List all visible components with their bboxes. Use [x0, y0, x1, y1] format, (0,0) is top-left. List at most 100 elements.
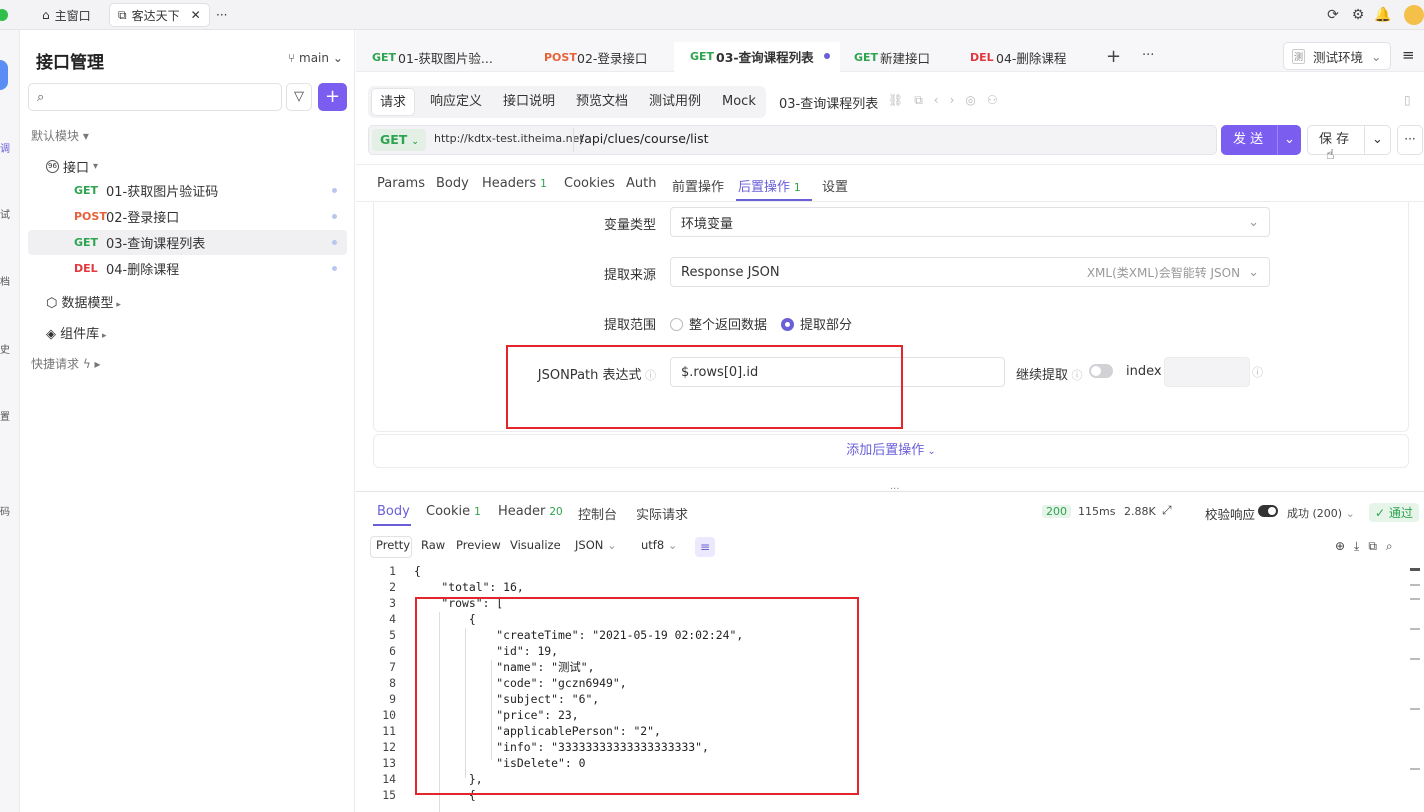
- window-tab-project[interactable]: ⧉ 客达天下 ✕: [109, 3, 210, 27]
- resp-tab-console[interactable]: 控制台: [578, 504, 617, 523]
- window-tab-main[interactable]: ⌂ 主窗口: [34, 3, 99, 27]
- resp-tab-header[interactable]: Header 20: [498, 504, 563, 519]
- resp-tab-body[interactable]: Body: [377, 504, 410, 519]
- status-dot: [332, 188, 337, 193]
- sidebar-title: 接口管理: [36, 53, 104, 73]
- var-type-select[interactable]: 环境变量 ⌄: [670, 207, 1270, 237]
- bell-icon[interactable]: 🔔: [1374, 6, 1392, 24]
- scope-option-whole[interactable]: 整个返回数据: [670, 314, 767, 333]
- source-select[interactable]: Response JSON XML(类XML)会智能转 JSON ⌄: [670, 257, 1270, 287]
- scope-option-partial[interactable]: 提取部分: [781, 314, 852, 333]
- tree-item-delete-course[interactable]: DEL 04-删除课程: [28, 256, 347, 281]
- line-text: "total": 16,: [414, 580, 524, 594]
- environment-selector[interactable]: 测 测试环境 ⌄: [1283, 42, 1391, 70]
- wrap-icon[interactable]: ≡: [695, 537, 715, 557]
- help-icon[interactable]: ⓘ: [1068, 369, 1083, 382]
- tab-more-icon[interactable]: ···: [1142, 48, 1154, 63]
- tree-item-captcha[interactable]: GET 01-获取图片验证码: [28, 178, 347, 203]
- check-icon: ✓: [1375, 506, 1389, 520]
- api-action-icons[interactable]: ⛓⧉‹›◎⚇: [888, 93, 1009, 108]
- more-actions-button[interactable]: ···: [1397, 125, 1423, 155]
- tab-response-def[interactable]: 响应定义: [422, 88, 490, 116]
- format-pretty[interactable]: Pretty: [376, 538, 410, 552]
- line-number: 10: [382, 708, 396, 722]
- add-button[interactable]: +: [318, 83, 347, 111]
- chevron-down-icon[interactable]: ⌄: [1364, 126, 1390, 154]
- search-box[interactable]: ⌕: [28, 83, 282, 111]
- tree-group-api[interactable]: 96 接口 ▾: [46, 157, 98, 176]
- request-tab-login[interactable]: POST 02-登录接口: [528, 42, 676, 72]
- tree-item-course-list[interactable]: GET 03-查询课程列表: [28, 230, 347, 255]
- request-tab-new[interactable]: GET 新建接口: [838, 42, 956, 72]
- chevron-down-icon[interactable]: ⌄: [1277, 125, 1301, 155]
- chevron-down-icon: ⌄: [329, 51, 343, 65]
- tab-preview-doc[interactable]: 预览文档: [568, 88, 636, 116]
- gear-icon[interactable]: ⚙: [1349, 6, 1367, 24]
- method-badge: DEL: [970, 50, 994, 64]
- tab-api-doc[interactable]: 接口说明: [495, 88, 563, 116]
- tree-label: 数据模型: [61, 296, 114, 311]
- encoding-select[interactable]: utf8 ⌄: [641, 538, 677, 552]
- scrollbar[interactable]: [1408, 568, 1420, 812]
- tab-pre-ops[interactable]: 前置操作: [672, 176, 724, 195]
- status-dot: [332, 214, 337, 219]
- lang-select[interactable]: JSON ⌄: [575, 538, 617, 552]
- tab-headers[interactable]: Headers 1: [482, 176, 547, 191]
- avatar[interactable]: [1404, 5, 1424, 25]
- save-button[interactable]: 保 存 ⌄: [1307, 125, 1391, 155]
- format-raw[interactable]: Raw: [421, 538, 445, 552]
- rail-item[interactable]: 调: [0, 140, 10, 155]
- tree-components[interactable]: ◈ 组件库 ▸: [46, 323, 107, 342]
- count-badge: 20: [549, 506, 563, 518]
- format-visualize[interactable]: Visualize: [510, 538, 561, 552]
- save-label: 保 存: [1319, 132, 1350, 147]
- rail-item[interactable]: 史: [0, 341, 10, 356]
- tab-auth[interactable]: Auth: [626, 176, 656, 191]
- tab-body[interactable]: Body: [436, 176, 469, 191]
- tree-item-login[interactable]: POST 02-登录接口: [28, 204, 347, 229]
- filter-button[interactable]: ▽: [286, 83, 312, 111]
- resp-tab-actual-request[interactable]: 实际请求: [636, 504, 688, 523]
- tab-settings[interactable]: 设置: [822, 176, 848, 195]
- refresh-icon[interactable]: ⟳: [1324, 6, 1342, 24]
- menu-icon[interactable]: ≡: [1402, 46, 1415, 64]
- new-tab-plus-icon[interactable]: +: [1106, 46, 1121, 67]
- tab-request[interactable]: 请求: [371, 88, 416, 116]
- tab-params[interactable]: Params: [377, 176, 425, 191]
- request-tab-delete[interactable]: DEL 04-删除课程: [954, 42, 1096, 72]
- request-tab-captcha[interactable]: GET 01-获取图片验...: [356, 42, 532, 72]
- tab-test-cases[interactable]: 测试用例: [641, 88, 709, 116]
- response-action-icons[interactable]: ⊕⤓⧉⌕: [1335, 539, 1402, 554]
- drag-handle-icon[interactable]: ···: [890, 484, 900, 495]
- continue-extract-toggle[interactable]: [1089, 364, 1113, 378]
- add-post-op-button[interactable]: 添加后置操作 ⌄: [373, 434, 1409, 468]
- tree-data-models[interactable]: ⬡ 数据模型 ▸: [46, 292, 121, 311]
- index-input[interactable]: [1164, 357, 1250, 387]
- default-module[interactable]: 默认模块 ▾: [31, 127, 89, 144]
- rail-item[interactable]: 置: [0, 408, 10, 423]
- validate-toggle[interactable]: [1258, 505, 1278, 517]
- panel-toggle-icon[interactable]: ▯: [1404, 93, 1411, 107]
- success-selector[interactable]: 成功 (200) ⌄: [1287, 505, 1355, 521]
- search-input[interactable]: [50, 90, 271, 104]
- close-icon[interactable]: ✕: [191, 8, 201, 22]
- send-button[interactable]: 发 送 ⌄: [1221, 125, 1301, 155]
- resp-tab-cookie[interactable]: Cookie 1: [426, 504, 481, 519]
- format-preview[interactable]: Preview: [456, 538, 501, 552]
- request-tab-course-list[interactable]: GET 03-查询课程列表: [674, 42, 840, 72]
- rail-item[interactable]: 档: [0, 273, 10, 288]
- add-post-op-label: 添加后置操作: [846, 443, 925, 458]
- left-rail: 调 试 档 史 置 码: [0, 30, 20, 812]
- rail-item[interactable]: 码: [0, 503, 10, 518]
- window-more-button[interactable]: ···: [208, 3, 235, 27]
- tab-mock[interactable]: Mock: [714, 88, 764, 116]
- help-icon[interactable]: ⓘ: [1252, 364, 1263, 380]
- method-select[interactable]: GET ⌄: [372, 129, 426, 151]
- tab-cookies[interactable]: Cookies: [564, 176, 615, 191]
- rail-item[interactable]: 试: [0, 206, 10, 221]
- share-icon[interactable]: ⤢: [1162, 503, 1172, 518]
- quick-requests[interactable]: 快捷请求 ϟ ▸: [31, 355, 101, 372]
- tab-post-ops[interactable]: 后置操作 1: [738, 176, 801, 195]
- path-input[interactable]: /api/clues/course/list: [580, 131, 709, 146]
- branch-selector[interactable]: ⑂ main ⌄: [288, 51, 343, 65]
